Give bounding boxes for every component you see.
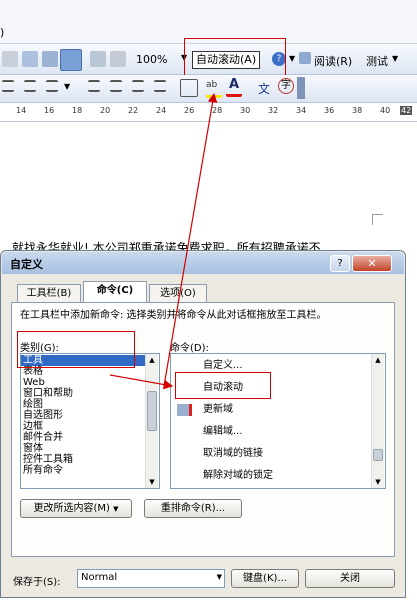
annotation-arrows: [109, 92, 218, 390]
arrow-to-toolbar: [163, 92, 218, 387]
arrow-to-command: [109, 374, 174, 390]
